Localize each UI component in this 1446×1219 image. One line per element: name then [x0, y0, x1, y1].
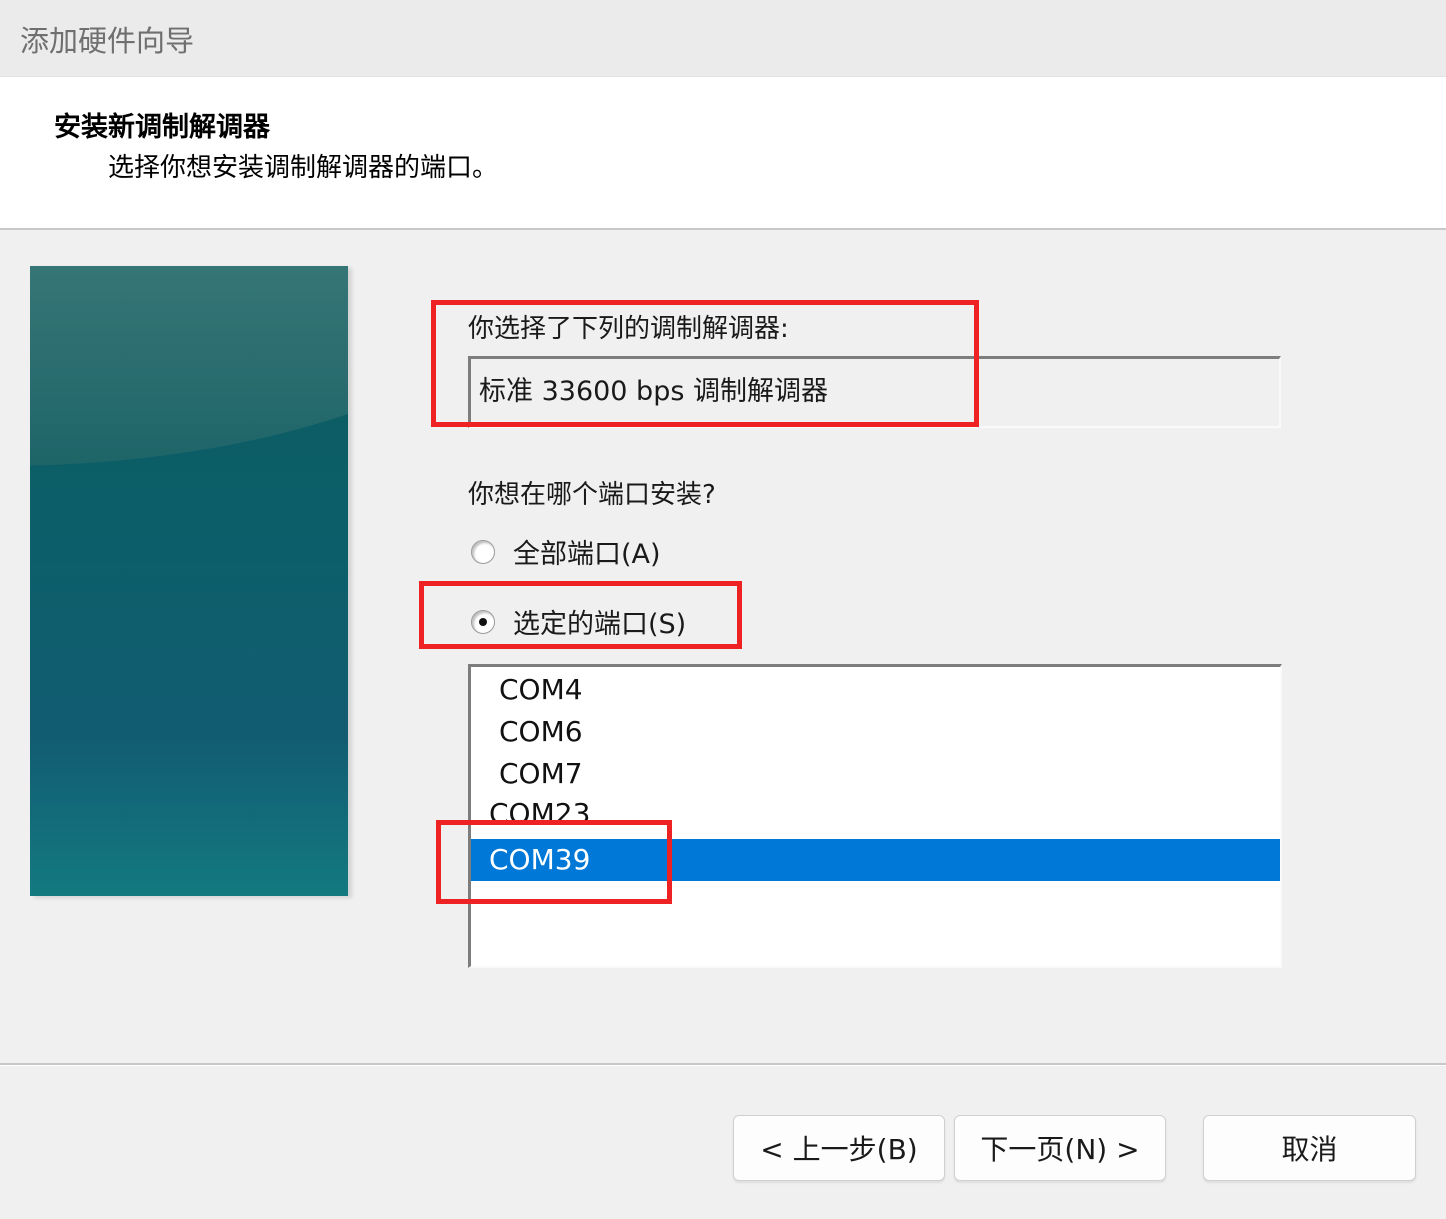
radio-all-ports-label[interactable]: 全部端口(A) — [513, 532, 661, 571]
list-item[interactable]: COM6 — [471, 711, 1280, 753]
list-item-selected[interactable]: COM39 — [471, 839, 1280, 881]
list-item[interactable]: COM23 — [471, 793, 1280, 835]
radio-all-ports[interactable]: 全部端口(A) — [471, 532, 661, 571]
wizard-header: 安装新调制解调器 选择你想安装调制解调器的端口。 — [0, 77, 1446, 230]
window-title: 添加硬件向导 — [20, 24, 195, 58]
list-item[interactable]: COM4 — [471, 669, 1280, 711]
back-button[interactable]: < 上一步(B) — [733, 1115, 945, 1181]
title-bar: 添加硬件向导 — [0, 0, 1446, 77]
port-listbox[interactable]: COM4 COM6 COM7 COM23 COM39 — [468, 664, 1282, 968]
selected-modem-field: 标准 33600 bps 调制解调器 — [468, 356, 1281, 428]
radio-selected-ports[interactable]: 选定的端口(S) — [471, 602, 686, 641]
page-title: 安装新调制解调器 — [54, 112, 270, 143]
port-question-label: 你想在哪个端口安装? — [468, 480, 716, 510]
radio-button-checked-icon[interactable] — [471, 609, 495, 634]
footer-divider — [0, 1063, 1446, 1066]
banner-arc-shape — [30, 266, 348, 466]
radio-selected-ports-label[interactable]: 选定的端口(S) — [513, 602, 686, 641]
selected-modem-label: 你选择了下列的调制解调器: — [468, 314, 789, 344]
cancel-button[interactable]: 取消 — [1203, 1115, 1416, 1181]
radio-button-icon[interactable] — [471, 539, 495, 564]
wizard-side-banner — [30, 266, 348, 896]
next-button[interactable]: 下一页(N) > — [954, 1115, 1166, 1181]
list-item[interactable]: COM7 — [471, 753, 1280, 795]
page-subtitle: 选择你想安装调制解调器的端口。 — [108, 153, 499, 183]
selected-modem-value: 标准 33600 bps 调制解调器 — [479, 376, 828, 407]
